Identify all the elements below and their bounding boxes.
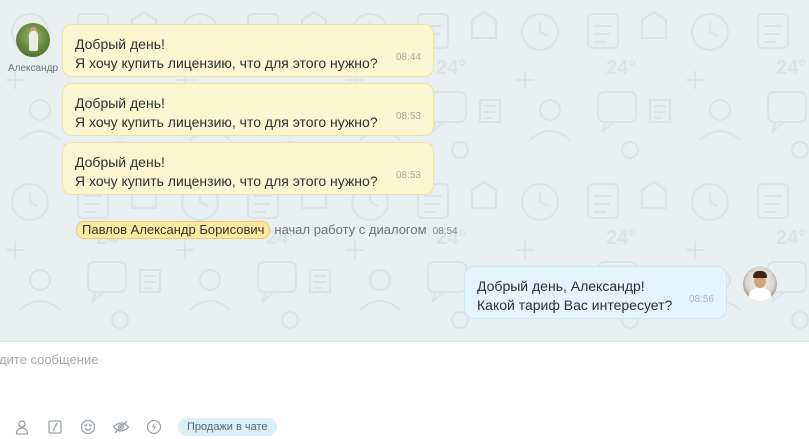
composer-toolbar: Продажи в чате bbox=[12, 416, 277, 438]
system-event: Павлов Александр Борисович начал работу с… bbox=[76, 221, 458, 239]
message-line: Какой тариф Вас интересует? bbox=[477, 297, 673, 313]
client-avatar[interactable] bbox=[16, 23, 50, 57]
operator-name-tag[interactable]: Павлов Александр Борисович bbox=[76, 221, 271, 239]
operator-message[interactable]: Добрый день, Александр! Какой тариф Вас … bbox=[464, 266, 727, 319]
hidden-message-icon[interactable] bbox=[111, 417, 131, 437]
operator-avatar-shirt bbox=[749, 288, 771, 301]
quick-answers-icon[interactable] bbox=[45, 417, 65, 437]
message-line: Я хочу купить лицензию, что для этого ну… bbox=[75, 173, 378, 189]
sales-in-chat-button[interactable]: Продажи в чате bbox=[178, 418, 277, 436]
client-name: Александр bbox=[7, 63, 59, 74]
message-time: 08:56 bbox=[688, 294, 714, 305]
system-event-time: 08:54 bbox=[432, 226, 458, 237]
message-time: 08:53 bbox=[395, 111, 421, 122]
system-event-text: начал работу с диалогом bbox=[274, 222, 427, 237]
message-time: 08:53 bbox=[395, 170, 421, 181]
message-input[interactable] bbox=[0, 348, 772, 370]
message-line: Я хочу купить лицензию, что для этого ну… bbox=[75, 114, 378, 130]
message-line: Я хочу купить лицензию, что для этого ну… bbox=[75, 55, 378, 71]
message-line: Добрый день! bbox=[75, 154, 165, 170]
operator-avatar[interactable] bbox=[743, 267, 777, 301]
client-avatar-figure bbox=[29, 31, 38, 51]
message-line: Добрый день, Александр! bbox=[477, 278, 645, 294]
smile-icon[interactable] bbox=[78, 417, 98, 437]
client-message[interactable]: Добрый день! Я хочу купить лицензию, что… bbox=[62, 83, 434, 136]
message-time: 08:44 bbox=[395, 52, 421, 63]
user-icon[interactable] bbox=[12, 417, 32, 437]
client-message[interactable]: Добрый день! Я хочу купить лицензию, что… bbox=[62, 24, 434, 77]
chat-area: 24° Александр Добрый день! Я хочу купить… bbox=[0, 0, 809, 341]
lightning-icon[interactable] bbox=[144, 417, 164, 437]
message-line: Добрый день! bbox=[75, 95, 165, 111]
operator-avatar-hair bbox=[753, 271, 767, 278]
message-composer: Продажи в чате bbox=[0, 341, 809, 439]
message-line: Добрый день! bbox=[75, 36, 165, 52]
client-message[interactable]: Добрый день! Я хочу купить лицензию, что… bbox=[62, 142, 434, 195]
